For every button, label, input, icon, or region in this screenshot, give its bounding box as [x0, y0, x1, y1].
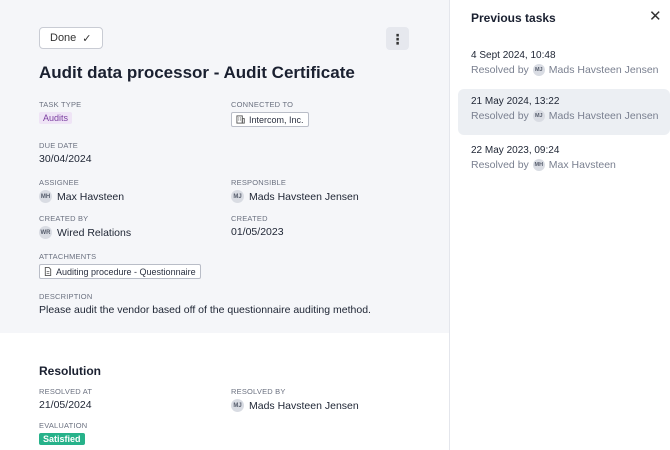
assignee-field: ASSIGNEE MH Max Havsteen	[39, 178, 124, 203]
evaluation-label: EVALUATION	[39, 421, 88, 430]
task-detail: Done ✓ ⋮ Audit data processor - Audit Ce…	[0, 0, 449, 450]
task-type-label: TASK TYPE	[39, 100, 82, 109]
connected-to-tag[interactable]: Intercom, Inc.	[231, 112, 309, 127]
assignee-value: Max Havsteen	[57, 190, 125, 203]
task-type-tag: Audits	[39, 112, 73, 124]
created-field: CREATED 01/05/2023	[231, 214, 284, 238]
previous-task-item[interactable]: 4 Sept 2024, 10:48 Resolved by MJ Mads H…	[458, 43, 670, 89]
resolver-name: Max Havsteen	[548, 159, 616, 171]
close-icon: ✕	[649, 8, 662, 25]
building-icon	[236, 115, 245, 124]
more-options-button[interactable]: ⋮	[386, 27, 409, 50]
due-date-value: 30/04/2024	[39, 153, 92, 165]
due-date-field: DUE DATE 30/04/2024	[39, 141, 92, 165]
avatar: MH	[39, 190, 52, 203]
created-by-field: CREATED BY WR Wired Relations	[39, 214, 131, 239]
previous-task-date: 21 May 2024, 13:22	[471, 96, 560, 107]
evaluation-badge: Satisfied	[39, 433, 85, 445]
check-icon: ✓	[82, 32, 92, 45]
attachment-tag[interactable]: Auditing procedure - Questionnaire	[39, 264, 201, 279]
avatar: WR	[39, 226, 52, 239]
connected-to-label: CONNECTED TO	[231, 100, 294, 109]
resolved-by-label: RESOLVED BY	[231, 387, 286, 396]
assignee-label: ASSIGNEE	[39, 178, 79, 187]
resolved-at-label: RESOLVED AT	[39, 387, 93, 396]
previous-task-date: 4 Sept 2024, 10:48	[471, 50, 556, 61]
resolved-by-field: RESOLVED BY MJ Mads Havsteen Jensen	[231, 387, 359, 412]
attachment-value: Auditing procedure - Questionnaire	[56, 266, 196, 277]
avatar: MH	[532, 159, 545, 171]
resolved-by-prefix: Resolved by	[471, 159, 529, 171]
description-field: DESCRIPTION Please audit the vendor base…	[39, 292, 371, 316]
resolved-by-prefix: Resolved by	[471, 64, 529, 76]
avatar: MJ	[231, 399, 244, 412]
attachments-label: ATTACHMENTS	[39, 252, 97, 261]
avatar: MJ	[532, 64, 545, 76]
created-label: CREATED	[231, 214, 268, 223]
previous-task-item[interactable]: 21 May 2024, 13:22 Resolved by MJ Mads H…	[458, 89, 670, 135]
task-panel: Done ✓ ⋮ Audit data processor - Audit Ce…	[0, 0, 449, 333]
avatar: MJ	[231, 190, 244, 203]
resolver-name: Mads Havsteen Jensen	[548, 64, 659, 76]
sidebar-title: Previous tasks	[471, 11, 556, 25]
resolved-at-field: RESOLVED AT 21/05/2024	[39, 387, 92, 411]
close-button[interactable]: ✕	[649, 9, 662, 24]
evaluation-field: EVALUATION Satisfied	[39, 421, 87, 445]
responsible-field: RESPONSIBLE MJ Mads Havsteen Jensen	[231, 178, 359, 203]
document-icon	[44, 267, 52, 276]
attachments-field: ATTACHMENTS Auditing procedure - Questio…	[39, 252, 201, 279]
description-value: Please audit the vendor based off of the…	[39, 304, 371, 316]
due-date-label: DUE DATE	[39, 141, 78, 150]
connected-to-value: Intercom, Inc.	[249, 114, 304, 125]
resolved-by-value: Mads Havsteen Jensen	[249, 399, 359, 412]
created-value: 01/05/2023	[231, 226, 284, 238]
connected-to-field: CONNECTED TO Intercom, Inc.	[231, 100, 309, 127]
previous-task-date: 22 May 2023, 09:24	[471, 145, 560, 156]
done-button[interactable]: Done ✓	[39, 27, 103, 49]
resolved-by-prefix: Resolved by	[471, 110, 529, 122]
created-by-label: CREATED BY	[39, 214, 89, 223]
responsible-value: Mads Havsteen Jensen	[249, 190, 359, 203]
resolution-title: Resolution	[39, 364, 101, 378]
resolved-at-value: 21/05/2024	[39, 399, 92, 411]
resolver-name: Mads Havsteen Jensen	[548, 110, 659, 122]
previous-task-item[interactable]: 22 May 2023, 09:24 Resolved by MH Max Ha…	[458, 138, 670, 184]
done-button-label: Done	[50, 32, 77, 44]
avatar: MJ	[532, 110, 545, 122]
description-label: DESCRIPTION	[39, 292, 93, 301]
created-by-value: Wired Relations	[57, 226, 132, 239]
page-title: Audit data processor - Audit Certificate	[39, 63, 355, 82]
more-vertical-icon: ⋮	[390, 30, 405, 47]
responsible-label: RESPONSIBLE	[231, 178, 287, 187]
previous-tasks-sidebar: Previous tasks ✕ 4 Sept 2024, 10:48 Reso…	[449, 0, 670, 450]
task-type-field: TASK TYPE Audits	[39, 100, 81, 124]
